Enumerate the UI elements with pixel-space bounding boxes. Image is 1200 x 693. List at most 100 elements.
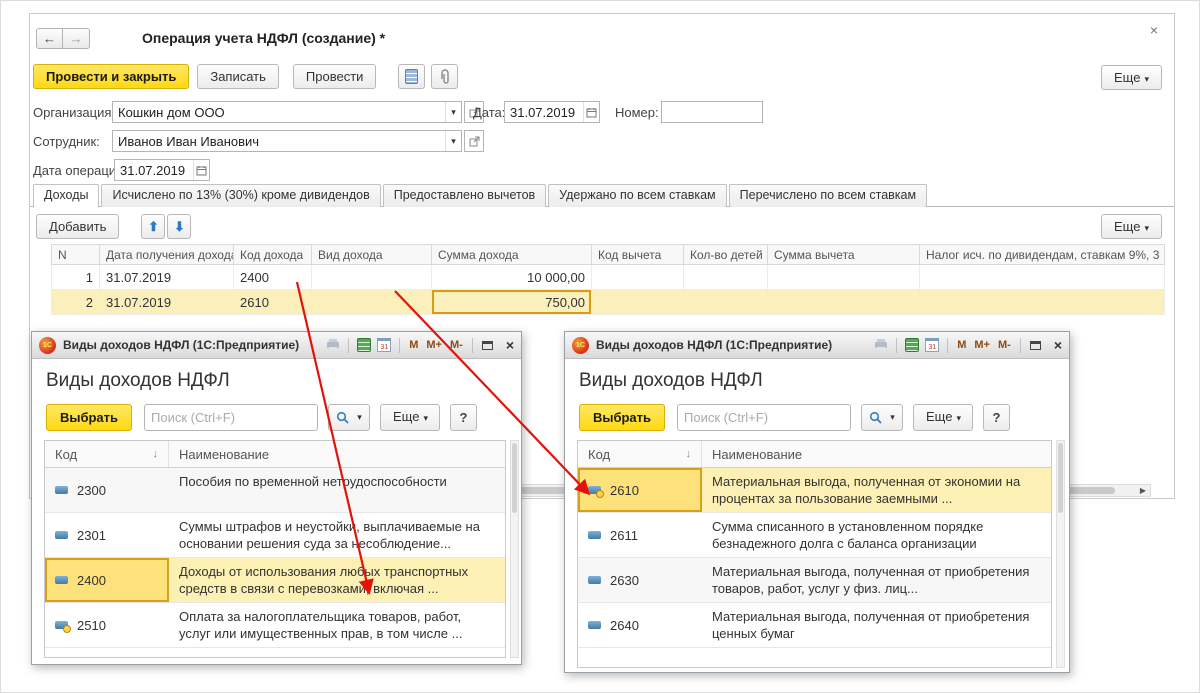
tab-deductions-provided[interactable]: Предоставлено вычетов: [383, 184, 546, 207]
post-button[interactable]: Провести: [293, 64, 377, 89]
tab-calculated-13[interactable]: Исчислено по 13% (30%) кроме дивидендов: [101, 184, 380, 207]
operation-date-input[interactable]: 31.07.2019: [114, 159, 210, 181]
print-button[interactable]: [871, 336, 891, 354]
list-item-selected[interactable]: 2400 Доходы от использования любых транс…: [45, 558, 505, 603]
col-income-date[interactable]: Дата получения дохода: [100, 245, 234, 265]
tab-incomes[interactable]: Доходы: [33, 184, 99, 208]
select-button[interactable]: Выбрать: [579, 404, 665, 431]
table-row[interactable]: 1 31.07.2019 2400 10 000,00: [52, 265, 1165, 290]
move-up-button[interactable]: ⬆: [141, 214, 165, 239]
memory-m-button[interactable]: M: [953, 339, 970, 351]
col-dividend-tax[interactable]: Налог исч. по дивидендам, ставкам 9%, 3: [920, 245, 1165, 265]
maximize-button[interactable]: [478, 336, 498, 354]
cell-dividend-tax[interactable]: [920, 265, 1165, 290]
popup-titlebar[interactable]: 1С Виды доходов НДФЛ (1С:Предприятие) 31…: [565, 332, 1069, 359]
column-name[interactable]: Наименование: [169, 447, 505, 462]
cell-income-code[interactable]: 2610: [234, 290, 312, 315]
calculator-button[interactable]: [902, 336, 922, 354]
cell-n[interactable]: 2: [52, 290, 100, 315]
cell-children-count[interactable]: [684, 290, 768, 315]
help-button[interactable]: ?: [983, 404, 1010, 431]
search-input[interactable]: [145, 405, 333, 430]
tab-withheld-all-rates[interactable]: Удержано по всем ставкам: [548, 184, 726, 207]
more-button[interactable]: Еще▾: [380, 404, 440, 431]
memory-m-plus-button[interactable]: M+: [970, 339, 994, 351]
col-income-sum[interactable]: Сумма дохода: [432, 245, 592, 265]
post-and-close-button[interactable]: Провести и закрыть: [33, 64, 189, 89]
cell-income-type[interactable]: [312, 265, 432, 290]
list-vscrollbar[interactable]: [510, 440, 519, 658]
tab-transferred-all-rates[interactable]: Перечислено по всем ставкам: [729, 184, 927, 207]
forward-arrow-icon[interactable]: →: [63, 28, 90, 49]
vscrollbar-thumb[interactable]: [1058, 443, 1063, 513]
col-children-count[interactable]: Кол-во детей: [684, 245, 768, 265]
memory-m-button[interactable]: M: [405, 339, 422, 351]
scroll-right-icon[interactable]: ▶: [1136, 485, 1150, 496]
cell-dividend-tax[interactable]: [920, 290, 1165, 315]
col-income-code[interactable]: Код дохода: [234, 245, 312, 265]
cell-income-date[interactable]: 31.07.2019: [100, 290, 234, 315]
calendar-button[interactable]: 31: [374, 336, 394, 354]
search-options-button[interactable]: ▾: [328, 404, 370, 431]
cell-deduction-code[interactable]: [592, 265, 684, 290]
list-item[interactable]: 2611 Сумма списанного в установленном по…: [578, 513, 1051, 558]
add-row-button[interactable]: Добавить: [36, 214, 119, 239]
table-row-selected[interactable]: 2 31.07.2019 2610 750,00: [52, 290, 1165, 315]
close-icon[interactable]: ×: [1054, 337, 1062, 353]
popup-titlebar[interactable]: 1С Виды доходов НДФЛ (1С:Предприятие) 31…: [32, 332, 521, 359]
list-item-selected[interactable]: 2610 Материальная выгода, полученная от …: [578, 468, 1051, 513]
memory-m-minus-button[interactable]: M-: [994, 339, 1015, 351]
organization-combobox[interactable]: Кошкин дом ООО ▾: [112, 101, 462, 123]
col-deduction-sum[interactable]: Сумма вычета: [768, 245, 920, 265]
list-item[interactable]: 2300 Пособия по временной нетрудоспособн…: [45, 468, 505, 513]
search-input[interactable]: [678, 405, 866, 430]
cell-deduction-sum[interactable]: [768, 265, 920, 290]
column-name[interactable]: Наименование: [702, 447, 1051, 462]
col-deduction-code[interactable]: Код вычета: [592, 245, 684, 265]
chevron-down-icon[interactable]: ▾: [445, 131, 461, 151]
close-icon[interactable]: ×: [1150, 22, 1158, 38]
search-options-button[interactable]: ▾: [861, 404, 903, 431]
more-button-grid[interactable]: Еще▾: [1101, 214, 1162, 239]
cell-income-date[interactable]: 31.07.2019: [100, 265, 234, 290]
cell-children-count[interactable]: [684, 265, 768, 290]
write-button[interactable]: Записать: [197, 64, 279, 89]
column-code[interactable]: Код↓: [45, 441, 169, 467]
calendar-icon[interactable]: [193, 160, 209, 180]
print-button[interactable]: [323, 336, 343, 354]
chevron-down-icon[interactable]: ▾: [445, 102, 461, 122]
cell-deduction-code[interactable]: [592, 290, 684, 315]
back-arrow-icon[interactable]: ←: [36, 28, 63, 49]
cell-n[interactable]: 1: [52, 265, 100, 290]
col-income-type[interactable]: Вид дохода: [312, 245, 432, 265]
employee-combobox[interactable]: Иванов Иван Иванович ▾: [112, 130, 462, 152]
cell-income-sum-focused[interactable]: 750,00: [432, 290, 592, 315]
list-item[interactable]: 2630 Материальная выгода, полученная от …: [578, 558, 1051, 603]
cell-income-code[interactable]: 2400: [234, 265, 312, 290]
cell-deduction-sum[interactable]: [768, 290, 920, 315]
list-item[interactable]: 2301 Суммы штрафов и неустойки, выплачив…: [45, 513, 505, 558]
memory-m-minus-button[interactable]: M-: [446, 339, 467, 351]
calculator-button[interactable]: [354, 336, 374, 354]
list-vscrollbar[interactable]: [1056, 440, 1065, 668]
list-item[interactable]: 2510 Оплата за налогоплательщика товаров…: [45, 603, 505, 648]
calendar-button[interactable]: 31: [922, 336, 942, 354]
move-down-button[interactable]: ⬇: [167, 214, 191, 239]
select-button[interactable]: Выбрать: [46, 404, 132, 431]
more-button[interactable]: Еще▾: [913, 404, 973, 431]
attachments-button[interactable]: [431, 64, 458, 89]
memory-m-plus-button[interactable]: M+: [422, 339, 446, 351]
cell-income-type[interactable]: [312, 290, 432, 315]
date-input[interactable]: 31.07.2019: [504, 101, 600, 123]
cell-income-sum[interactable]: 10 000,00: [432, 265, 592, 290]
maximize-button[interactable]: [1026, 336, 1046, 354]
number-input[interactable]: [661, 101, 763, 123]
more-button-top[interactable]: Еще▾: [1101, 65, 1162, 90]
posting-report-button[interactable]: [398, 64, 425, 89]
col-n[interactable]: N: [52, 245, 100, 265]
employee-open-button[interactable]: [464, 130, 484, 152]
help-button[interactable]: ?: [450, 404, 477, 431]
vscrollbar-thumb[interactable]: [512, 443, 517, 513]
calendar-icon[interactable]: [583, 102, 599, 122]
column-code[interactable]: Код↓: [578, 441, 702, 467]
